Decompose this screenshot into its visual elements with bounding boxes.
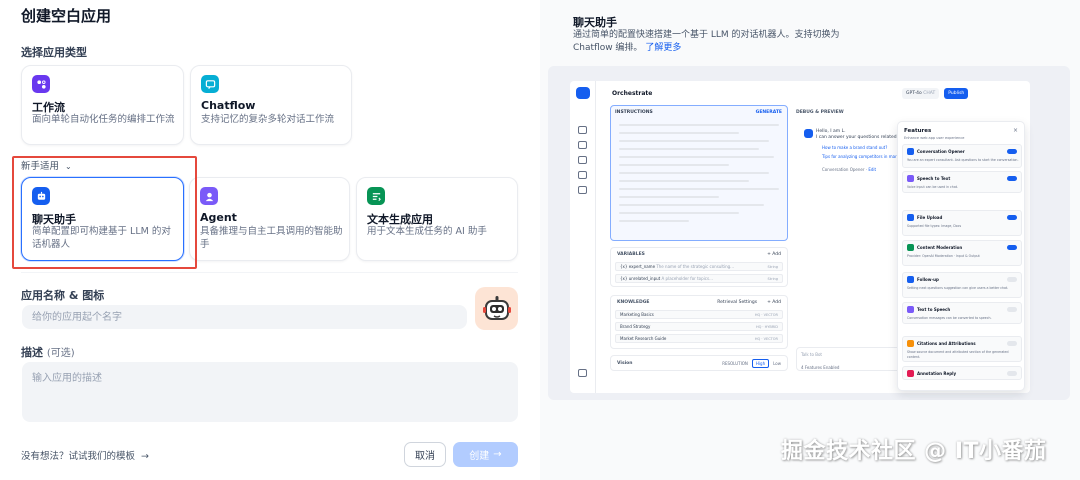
instructions-box: INSTRUCTIONS GENERATE: [610, 105, 788, 241]
robot-avatar-icon: [482, 295, 511, 320]
arrow-right-icon: →: [141, 451, 150, 462]
app-desc-textarea[interactable]: [22, 362, 518, 422]
workflow-icon: [32, 75, 50, 93]
page-title: 创建空白应用: [21, 7, 112, 25]
card-title: Chatflow: [201, 99, 256, 112]
agent-icon: [200, 187, 218, 205]
template-link[interactable]: 没有想法？试试我们的模板 →: [21, 448, 149, 462]
create-button[interactable]: 创建 →: [453, 442, 518, 467]
features-panel: Features Enhance web app user experience…: [897, 121, 1025, 391]
arrow-right-icon: →: [493, 449, 502, 460]
nav-icon: [578, 186, 587, 194]
app-type-card-chatflow[interactable]: Chatflow 支持记忆的复杂多轮对话工作流: [190, 65, 352, 145]
highlight-box: [12, 156, 197, 269]
variables-block: VARIABLES + Add {x} expert_name The name…: [610, 247, 788, 287]
app-type-card-workflow[interactable]: 工作流 面向单轮自动化任务的编排工作流: [21, 65, 184, 145]
app-name-label: 应用名称 & 图标: [21, 289, 105, 302]
nav-icon: [578, 141, 587, 149]
preview-screenshot: Orchestrate GPT-4o CHAT Publish INSTRUCT…: [548, 66, 1070, 400]
vision-block: Vision RESOLUTION High Low: [610, 355, 788, 371]
greeting-bubble: Hello, I am L. I can answer your questio…: [816, 129, 897, 140]
knowledge-block: KNOWLEDGE Retrieval Settings + Add Market…: [610, 295, 788, 349]
learn-more-link[interactable]: 了解更多: [645, 43, 681, 53]
chatflow-icon: [201, 75, 219, 93]
nav-icon: [578, 171, 587, 179]
app-name-input[interactable]: [22, 305, 467, 329]
publish-button: Publish: [944, 88, 969, 99]
talk-to-bot-input: Talk to Bot 4 Features Enabled: [796, 347, 906, 371]
app-type-card-text-generator[interactable]: 文本生成应用 用于文本生成任务的 AI 助手: [356, 177, 518, 261]
card-desc: 支持记忆的复杂多轮对话工作流: [201, 114, 335, 125]
bot-avatar-icon: [804, 129, 813, 138]
app-icon-picker[interactable]: [475, 287, 518, 330]
watermark: 掘金技术社区 @ IT小番茄: [781, 439, 1047, 464]
card-desc: 面向单轮自动化任务的编排工作流: [32, 114, 175, 125]
preview-panel: 聊天助手 通过简单的配置快速搭建一个基于 LLM 的对话机器人。支持切换为 Ch…: [540, 0, 1080, 480]
card-desc: 具备推理与自主工具调用的智能助手: [200, 226, 343, 250]
close-icon: ×: [1012, 127, 1018, 134]
nav-icon: [578, 156, 587, 164]
mini-toolbar: GPT-4o CHAT Publish: [902, 88, 969, 99]
app-type-label: 选择应用类型: [21, 46, 87, 59]
nav-icon: [578, 369, 587, 377]
card-title: Agent: [200, 211, 237, 224]
preview-title: 聊天助手: [573, 16, 617, 29]
app-logo-icon: [576, 87, 590, 99]
nav-icon: [578, 126, 587, 134]
card-desc: 用于文本生成任务的 AI 助手: [367, 226, 487, 237]
debug-title: DEBUG & PREVIEW: [796, 110, 844, 115]
orchestrate-title: Orchestrate: [612, 90, 653, 97]
model-selector: GPT-4o CHAT: [902, 88, 940, 99]
divider: [21, 272, 518, 273]
desc-label: 描述 (可选): [21, 346, 75, 359]
cancel-button[interactable]: 取消: [404, 442, 446, 467]
create-app-panel: 创建空白应用 选择应用类型 工作流 面向单轮自动化任务的编排工作流 Chatfl…: [0, 0, 540, 480]
preview-desc: 通过简单的配置快速搭建一个基于 LLM 的对话机器人。支持切换为 Chatflo…: [573, 30, 840, 53]
mini-app-window: Orchestrate GPT-4o CHAT Publish INSTRUCT…: [570, 81, 1030, 393]
mini-sidebar: [570, 81, 596, 393]
text-generator-icon: [367, 187, 385, 205]
app-type-card-agent[interactable]: Agent 具备推理与自主工具调用的智能助手: [189, 177, 350, 261]
